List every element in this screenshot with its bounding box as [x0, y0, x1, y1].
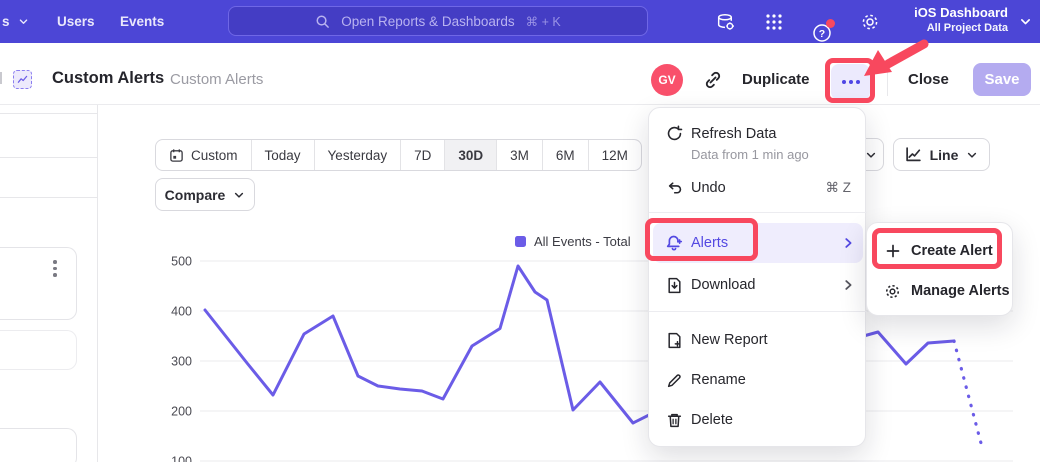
menu-item-alerts[interactable]: Alerts — [649, 223, 867, 263]
range-30d[interactable]: 30D — [445, 140, 497, 170]
chevron-down-icon — [233, 189, 245, 201]
save-button[interactable]: Save — [973, 63, 1031, 96]
left-panel — [0, 105, 98, 462]
collapsed-edge — [0, 72, 2, 84]
chevron-down-icon — [18, 16, 29, 27]
range-6m[interactable]: 6M — [543, 140, 589, 170]
range-7d[interactable]: 7D — [401, 140, 445, 170]
compare-button[interactable]: Compare — [155, 178, 255, 211]
nav-item-partial[interactable]: s — [2, 14, 29, 29]
help-icon[interactable]: ? — [811, 22, 833, 44]
range-yesterday[interactable]: Yesterday — [315, 140, 402, 170]
svg-text:400: 400 — [171, 305, 192, 319]
menu-item-new-report[interactable]: New Report — [649, 321, 867, 359]
notification-dot — [826, 19, 835, 28]
pencil-icon — [665, 371, 683, 389]
svg-text:200: 200 — [171, 405, 192, 419]
alerts-submenu: Create Alert Manage Alerts — [866, 222, 1013, 316]
svg-text:?: ? — [819, 28, 825, 40]
top-navbar: s Users Events Open Reports & Dashboards… — [0, 0, 1040, 43]
page-title: Custom Alerts — [52, 69, 164, 88]
trash-icon — [665, 411, 683, 429]
range-3m[interactable]: 3M — [497, 140, 543, 170]
svg-text:300: 300 — [171, 355, 192, 369]
submenu-item-create-alert[interactable]: Create Alert — [867, 232, 1014, 270]
project-chevron-down-icon — [1019, 15, 1032, 28]
data-sources-icon[interactable] — [714, 11, 736, 33]
panel-card[interactable] — [0, 330, 77, 370]
settings-icon[interactable] — [859, 11, 881, 33]
share-link-icon[interactable] — [703, 70, 723, 90]
refresh-status: Data from 1 min ago — [691, 147, 809, 162]
plus-icon — [884, 243, 901, 260]
card-kebab-icon[interactable] — [53, 260, 57, 277]
undo-icon — [665, 179, 683, 197]
line-chart-icon — [905, 146, 922, 163]
legend-label: All Events - Total — [534, 234, 631, 249]
download-icon — [665, 276, 683, 294]
submenu-chevron-right-icon — [841, 236, 855, 250]
range-today[interactable]: Today — [252, 140, 315, 170]
date-range-selector: Custom Today Yesterday 7D 30D 3M 6M 12M — [155, 139, 642, 171]
report-type-icon — [13, 70, 32, 89]
close-button[interactable]: Close — [908, 71, 949, 88]
apps-grid-icon[interactable] — [763, 11, 785, 33]
menu-item-delete[interactable]: Delete — [649, 401, 867, 439]
more-options-button[interactable] — [831, 64, 870, 100]
gear-icon — [884, 283, 901, 300]
calendar-icon — [169, 148, 184, 163]
report-header: Custom Alerts Custom Alerts GV Duplicate… — [0, 43, 1040, 105]
more-options-menu: Refresh Data Data from 1 min ago Undo ⌘ … — [648, 107, 866, 447]
search-placeholder: Open Reports & Dashboards — [341, 14, 514, 29]
search-icon — [315, 14, 330, 29]
project-scope: All Project Data — [914, 22, 1008, 34]
menu-item-refresh-data[interactable]: Refresh Data Data from 1 min ago — [649, 116, 867, 170]
project-name: iOS Dashboard — [914, 5, 1008, 20]
submenu-chevron-right-icon — [841, 278, 855, 292]
nav-item-events[interactable]: Events — [120, 14, 164, 29]
submenu-item-manage-alerts[interactable]: Manage Alerts — [867, 272, 1014, 310]
svg-text:500: 500 — [171, 255, 192, 269]
chart-legend: All Events - Total — [515, 234, 631, 249]
panel-card[interactable] — [0, 428, 77, 462]
duplicate-button[interactable]: Duplicate — [742, 71, 810, 88]
svg-text:100: 100 — [171, 455, 192, 462]
project-switcher[interactable]: iOS Dashboard All Project Data — [914, 5, 1008, 34]
breadcrumb: Custom Alerts — [170, 71, 263, 88]
chevron-down-icon — [966, 149, 978, 161]
menu-item-undo[interactable]: Undo ⌘ Z — [649, 170, 867, 206]
refresh-icon — [665, 124, 683, 142]
search-input[interactable]: Open Reports & Dashboards ⌘ + K — [228, 6, 648, 36]
panel-card[interactable] — [0, 247, 77, 320]
avatar[interactable]: GV — [651, 64, 683, 96]
new-report-icon — [665, 331, 683, 349]
menu-item-rename[interactable]: Rename — [649, 361, 867, 399]
range-12m[interactable]: 12M — [589, 140, 641, 170]
legend-swatch — [515, 236, 526, 247]
header-divider — [887, 64, 888, 96]
search-shortcut: ⌘ + K — [526, 14, 561, 29]
range-custom[interactable]: Custom — [156, 140, 252, 170]
chart-type-button[interactable]: Line — [893, 138, 990, 171]
nav-item-users[interactable]: Users — [57, 14, 95, 29]
undo-shortcut: ⌘ Z — [826, 180, 852, 196]
bell-plus-icon — [665, 234, 683, 252]
menu-item-download[interactable]: Download — [649, 265, 867, 305]
app-window: 500 400 300 200 100 All Events - Total s Use… — [0, 0, 1040, 462]
